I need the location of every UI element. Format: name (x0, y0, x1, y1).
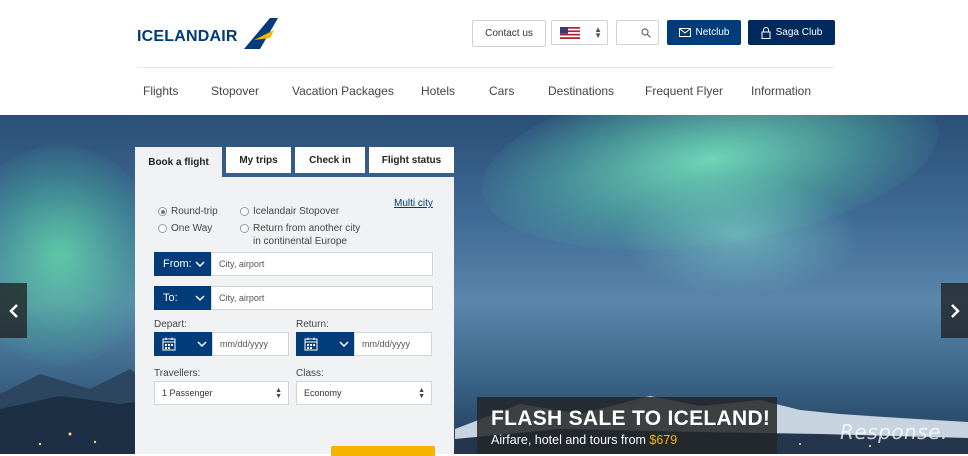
select-arrows-icon: ▲ ▼ (594, 25, 602, 40)
radio-round-trip[interactable]: Round-trip (158, 205, 218, 218)
saga-club-label: Saga Club (775, 27, 823, 38)
class-value: Economy (304, 388, 342, 398)
carousel-prev-button[interactable] (0, 283, 27, 338)
tab-label: Flight status (381, 154, 442, 166)
to-placeholder: City, airport (219, 293, 265, 303)
tab-label: Check in (309, 154, 351, 166)
calendar-icon (304, 337, 318, 351)
depart-placeholder: mm/dd/yyyy (220, 339, 269, 349)
promo-title: FLASH SALE TO ICELAND! (491, 407, 771, 430)
radio-dot (158, 224, 167, 233)
contact-us-label: Contact us (485, 28, 533, 39)
netclub-button[interactable]: Netclub (667, 20, 741, 45)
saga-club-button[interactable]: Saga Club (748, 20, 835, 45)
promo-subtitle-text: Airfare, hotel and tours from (491, 433, 650, 447)
nav-vacation-packages[interactable]: Vacation Packages (292, 84, 394, 98)
chevron-down-icon (197, 341, 207, 348)
from-input[interactable]: City, airport (211, 252, 433, 276)
tab-label: Book a flight (148, 157, 209, 168)
promo-price: $679 (649, 433, 678, 447)
radio-label: Icelandair Stopover (253, 206, 340, 217)
return-date-input[interactable]: mm/dd/yyyy (354, 332, 432, 356)
radio-label: One Way (171, 223, 213, 234)
calendar-icon (162, 337, 176, 351)
from-placeholder: City, airport (219, 259, 265, 269)
nav-destinations[interactable]: Destinations (548, 84, 614, 98)
return-label: Return: (296, 319, 329, 330)
travellers-select[interactable]: 1 Passenger ▲ ▼ (154, 381, 289, 405)
logo-wing-icon (243, 18, 278, 49)
radio-return-other-city[interactable]: Return from another city in continental E… (240, 222, 360, 248)
to-button[interactable]: To: (154, 286, 211, 310)
logo-text: ICELANDAIR (137, 28, 238, 45)
select-arrows-icon: ▲ ▼ (418, 387, 425, 400)
nav-cars[interactable]: Cars (489, 84, 514, 98)
chevron-down-icon (195, 295, 205, 302)
depart-calendar-button[interactable] (154, 332, 212, 356)
icelandair-logo[interactable]: ICELANDAIR (137, 16, 280, 50)
search-icon (641, 28, 651, 38)
chevron-down-icon (195, 261, 205, 268)
country-selector[interactable]: ▲ ▼ (551, 20, 608, 45)
chevron-right-icon (950, 303, 960, 318)
carousel-next-button[interactable] (941, 283, 968, 338)
radio-dot (240, 207, 249, 216)
nav-divider (137, 67, 835, 68)
travellers-label: Travellers: (154, 368, 201, 379)
depart-label: Depart: (154, 319, 187, 330)
netclub-label: Netclub (695, 27, 730, 38)
aurora-glow-right (620, 175, 860, 295)
class-select[interactable]: Economy ▲ ▼ (296, 381, 432, 405)
from-button[interactable]: From: (154, 252, 211, 276)
travellers-value: 1 Passenger (162, 388, 213, 398)
tab-flight-status[interactable]: Flight status (369, 147, 454, 173)
return-placeholder: mm/dd/yyyy (362, 339, 411, 349)
multi-city-link[interactable]: Multi city (394, 198, 433, 209)
radio-dot-selected (158, 207, 167, 216)
to-input[interactable]: City, airport (211, 286, 433, 310)
chevron-down-icon (339, 341, 349, 348)
to-label: To: (163, 292, 178, 304)
lock-icon (761, 26, 771, 39)
tab-check-in[interactable]: Check in (295, 147, 365, 173)
nav-flights[interactable]: Flights (143, 84, 178, 98)
nav-information[interactable]: Information (751, 84, 811, 98)
radio-label-line1: Return from another city (253, 223, 361, 234)
return-calendar-button[interactable] (296, 332, 354, 356)
contact-us-button[interactable]: Contact us (472, 20, 546, 47)
site-header: ICELANDAIR Contact us ▲ ▼ Netclub Saga C… (0, 0, 968, 115)
envelope-icon (678, 28, 691, 37)
from-label: From: (163, 258, 192, 270)
watermark: Response. (840, 420, 948, 444)
radio-label: Round-trip (171, 206, 218, 217)
nav-stopover[interactable]: Stopover (211, 84, 259, 98)
radio-stopover[interactable]: Icelandair Stopover (240, 205, 339, 218)
search-flights-button[interactable] (331, 446, 435, 456)
class-label: Class: (296, 368, 324, 379)
tab-my-trips[interactable]: My trips (226, 147, 291, 173)
tab-book-a-flight[interactable]: Book a flight (135, 147, 222, 178)
radio-one-way[interactable]: One Way (158, 222, 212, 235)
depart-date-input[interactable]: mm/dd/yyyy (212, 332, 289, 356)
tab-label: My trips (239, 154, 278, 166)
chevron-left-icon (8, 303, 18, 318)
radio-dot (240, 224, 249, 233)
radio-label: Return from another city in continental E… (253, 222, 360, 248)
promo-subtitle: Airfare, hotel and tours from $679 (491, 433, 677, 447)
promo-banner[interactable]: FLASH SALE TO ICELAND! Airfare, hotel an… (477, 397, 777, 454)
site-search-button[interactable] (616, 20, 659, 45)
nav-frequent-flyer[interactable]: Frequent Flyer (645, 84, 723, 98)
radio-label-line2: in continental Europe (253, 236, 347, 247)
us-flag-icon (560, 26, 580, 39)
booking-panel (135, 177, 454, 454)
nav-hotels[interactable]: Hotels (421, 84, 455, 98)
select-arrows-icon: ▲ ▼ (275, 387, 282, 400)
